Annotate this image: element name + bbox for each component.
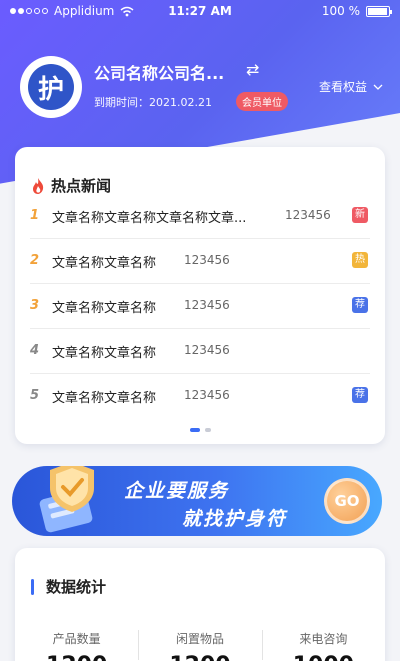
stat-label: 产品数量: [52, 632, 101, 646]
section-accent-bar: [31, 578, 34, 595]
expiry-date: 到期时间：2021.02.21: [94, 96, 212, 109]
company-logo: 护: [20, 56, 82, 118]
company-name[interactable]: 公司名称公司名...: [94, 60, 224, 84]
hot-news-card: 热点新闻 1 文章名称文章名称文章名称文章... 123456 新 2 文章名称…: [15, 147, 385, 444]
hot-news-header: 热点新闻: [31, 175, 111, 196]
news-badge: 热: [352, 252, 368, 268]
news-rank: 2: [30, 253, 40, 268]
news-title: 文章名称文章名称文章名称文章...: [52, 211, 247, 226]
stats-header: 数据统计: [31, 576, 106, 597]
stat-label: 闲置物品: [175, 632, 224, 646]
news-count: 123456: [184, 343, 230, 357]
stat-item[interactable]: 闲置物品 1200: [138, 630, 261, 661]
chevron-down-icon: [373, 84, 383, 90]
news-count: 123456: [184, 298, 230, 312]
news-rank: 3: [30, 298, 40, 313]
stat-value: 1200: [15, 653, 138, 661]
stats-title: 数据统计: [46, 578, 107, 596]
news-rank: 5: [30, 388, 40, 403]
service-banner[interactable]: 企业要服务 就找护身符 GO: [12, 466, 382, 536]
battery-icon: [366, 5, 392, 17]
news-count: 123456: [184, 388, 230, 402]
news-item[interactable]: 1 文章名称文章名称文章名称文章... 123456 新: [30, 194, 370, 239]
news-item[interactable]: 2 文章名称文章名称 123456 热: [30, 239, 370, 284]
stat-label: 来电咨询: [299, 632, 348, 646]
hot-news-title: 热点新闻: [51, 177, 112, 195]
news-item[interactable]: 3 文章名称文章名称 123456 荐: [30, 284, 370, 329]
news-count: 123456: [184, 253, 230, 267]
stat-value: 1000: [262, 653, 385, 661]
fire-icon: [33, 177, 44, 194]
status-right: 100 %: [321, 4, 392, 18]
news-badge: 新: [352, 207, 368, 223]
swap-icon[interactable]: ⇄: [246, 60, 259, 79]
stats-row: 产品数量 1200 闲置物品 1200 来电咨询 1000: [15, 630, 385, 661]
shield-illustration: [39, 466, 94, 533]
go-button[interactable]: GO: [324, 478, 370, 524]
news-title: 文章名称文章名称: [52, 346, 157, 361]
news-count: 123456: [285, 208, 331, 222]
news-title: 文章名称文章名称: [52, 301, 157, 316]
news-badge: 荐: [352, 297, 368, 313]
news-title: 文章名称文章名称: [52, 391, 157, 406]
pager-dot[interactable]: [204, 428, 211, 432]
company-header: 护 公司名称公司名... ⇄ 到期时间：2021.02.21 会员单位 查看权益: [20, 54, 385, 118]
pager-dot-active[interactable]: [189, 428, 200, 432]
stat-item[interactable]: 产品数量 1200: [15, 630, 138, 661]
hot-news-list: 1 文章名称文章名称文章名称文章... 123456 新 2 文章名称文章名称 …: [30, 194, 370, 419]
news-rank: 4: [30, 343, 40, 358]
news-rank: 1: [30, 208, 40, 223]
member-badge: 会员单位: [236, 92, 288, 111]
news-item[interactable]: 5 文章名称文章名称 123456 荐: [30, 374, 370, 419]
status-bar: Applidium 11:27 AM 100 %: [0, 0, 400, 24]
news-item[interactable]: 4 文章名称文章名称 123456: [30, 329, 370, 374]
view-benefits-link[interactable]: 查看权益: [319, 78, 383, 95]
banner-subline: 就找护身符: [182, 508, 288, 530]
view-benefits-label: 查看权益: [318, 80, 367, 94]
stat-item[interactable]: 来电咨询 1000: [261, 630, 385, 661]
banner-headline: 企业要服务: [124, 480, 230, 502]
battery-percent: 100 %: [321, 4, 360, 18]
news-title: 文章名称文章名称: [52, 256, 157, 271]
news-badge: 荐: [352, 387, 368, 403]
carousel-pager: [15, 428, 385, 432]
stat-value: 1200: [138, 653, 261, 661]
logo-mark: 护: [28, 64, 74, 110]
stats-card: 数据统计 产品数量 1200 闲置物品 1200 来电咨询 1000: [15, 548, 385, 661]
